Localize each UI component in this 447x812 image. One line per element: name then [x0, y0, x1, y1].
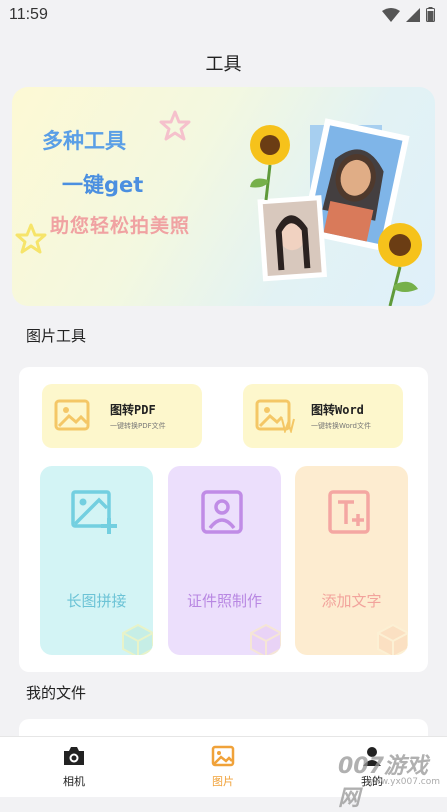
status-bar: 11:59: [0, 0, 447, 32]
tile-label: 添加文字: [321, 592, 382, 610]
sunflower-bottom: [378, 223, 422, 306]
tile-label: 长图拼接: [66, 592, 127, 610]
nav-label: 图片: [212, 775, 234, 788]
add-text-tile[interactable]: 添加文字: [295, 466, 408, 655]
nav-label: 相机: [63, 775, 85, 788]
image-icon: [211, 745, 235, 767]
page-title: 工具: [205, 54, 242, 75]
sunflower-top: [250, 125, 290, 201]
signal-icon: [406, 7, 420, 22]
text-add-icon: [328, 490, 370, 534]
id-photo-tile[interactable]: 证件照制作: [168, 466, 281, 655]
camera-icon: [64, 747, 84, 765]
banner-line-1: 多种工具: [42, 129, 126, 153]
converter-subtitle: 一键转换PDF文件: [110, 422, 166, 430]
image-add-icon: [71, 490, 117, 534]
banner-illustration: [250, 118, 422, 306]
tile-label: 证件照制作: [186, 592, 262, 610]
wifi-icon: [382, 7, 400, 22]
section-title-image-tools: 图片工具: [26, 327, 87, 345]
battery-icon: [426, 7, 435, 22]
cube-decoration-icon: [250, 623, 281, 655]
long-image-stitch-tile[interactable]: 长图拼接: [40, 466, 153, 655]
banner-line-2: 一键get: [62, 173, 144, 197]
image-pdf-icon: [54, 399, 90, 431]
nav-camera[interactable]: 相机: [34, 745, 114, 789]
star-icon: [15, 223, 47, 254]
cube-decoration-icon: [377, 623, 408, 655]
converter-subtitle: 一键转换Word文件: [311, 422, 371, 430]
nav-images[interactable]: 图片: [183, 745, 263, 789]
promo-banner[interactable]: 多种工具 一键get 助您轻松拍美照: [12, 87, 435, 306]
watermark-url: www.yx007.com: [366, 777, 441, 787]
image-to-word-button[interactable]: 图转Word 一键转换Word文件: [243, 384, 403, 448]
image-to-pdf-button[interactable]: 图转PDF 一键转换PDF文件: [42, 384, 202, 448]
image-word-icon: [255, 399, 295, 433]
converter-title: 图转Word: [311, 403, 364, 417]
star-icon: [159, 110, 191, 141]
converter-title: 图转PDF: [110, 403, 156, 417]
status-time: 11:59: [9, 6, 48, 23]
id-photo-icon: [201, 490, 243, 534]
section-title-my-files: 我的文件: [26, 684, 87, 702]
cube-decoration-icon: [122, 623, 153, 655]
banner-line-3: 助您轻松拍美照: [50, 215, 191, 237]
